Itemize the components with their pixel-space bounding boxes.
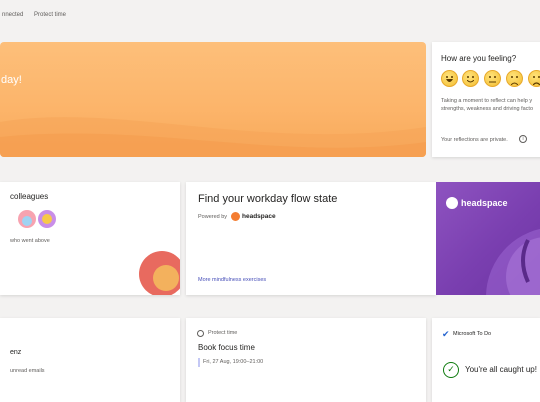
focus-time-accent-bar bbox=[198, 358, 200, 367]
greeting-banner bbox=[0, 42, 426, 157]
powered-by-label: Powered by bbox=[198, 214, 228, 220]
flow-state-title: Find your workday flow state bbox=[198, 193, 338, 205]
banner-waves bbox=[0, 117, 426, 157]
emoji-good-icon[interactable] bbox=[462, 70, 479, 87]
top-bar: nnected Protect time bbox=[0, 0, 540, 34]
email-summary-name: enz bbox=[10, 349, 22, 356]
clock-icon bbox=[197, 330, 204, 337]
todo-check-icon: ✔ bbox=[442, 329, 450, 339]
colleagues-subtitle: who went above bbox=[10, 238, 50, 244]
breadcrumb-protect-time[interactable]: Protect time bbox=[34, 12, 66, 18]
protect-time-label: Protect time bbox=[208, 330, 238, 336]
feeling-desc-line-2: strengths, weakness and driving facto bbox=[441, 106, 534, 112]
feeling-desc-line-1: Taking a moment to reflect can help y bbox=[441, 98, 533, 104]
breadcrumb-connected[interactable]: nnected bbox=[2, 12, 23, 18]
emoji-upset-icon[interactable] bbox=[528, 70, 540, 87]
reflections-private-note: Your reflections are private. bbox=[441, 137, 508, 143]
info-icon[interactable]: i bbox=[519, 135, 527, 143]
banner-greeting-text: day! bbox=[1, 74, 22, 86]
emoji-neutral-icon[interactable] bbox=[484, 70, 501, 87]
email-summary-card bbox=[0, 318, 180, 402]
focus-time-slot[interactable]: Fri, 27 Aug, 19:00–21:00 bbox=[203, 359, 263, 365]
book-focus-time-title[interactable]: Book focus time bbox=[198, 343, 255, 352]
colleagues-title: colleagues bbox=[10, 192, 49, 201]
checkmark-circle-icon: ✓ bbox=[443, 362, 459, 378]
all-caught-up-text: You're all caught up! bbox=[465, 365, 537, 374]
more-mindfulness-link[interactable]: More mindfulness exercises bbox=[198, 277, 266, 283]
headspace-image-brand: headspace bbox=[461, 198, 508, 208]
emoji-great-icon[interactable] bbox=[441, 70, 458, 87]
unread-emails-label: unread emails bbox=[10, 368, 45, 374]
headspace-logo-icon bbox=[231, 212, 240, 221]
feeling-title: How are you feeling? bbox=[441, 54, 517, 63]
headspace-brand: headspace bbox=[242, 213, 276, 220]
microsoft-todo-label: Microsoft To Do bbox=[453, 331, 492, 337]
feeling-description: Taking a moment to reflect can help y st… bbox=[441, 97, 540, 113]
emoji-sad-icon[interactable] bbox=[506, 70, 523, 87]
